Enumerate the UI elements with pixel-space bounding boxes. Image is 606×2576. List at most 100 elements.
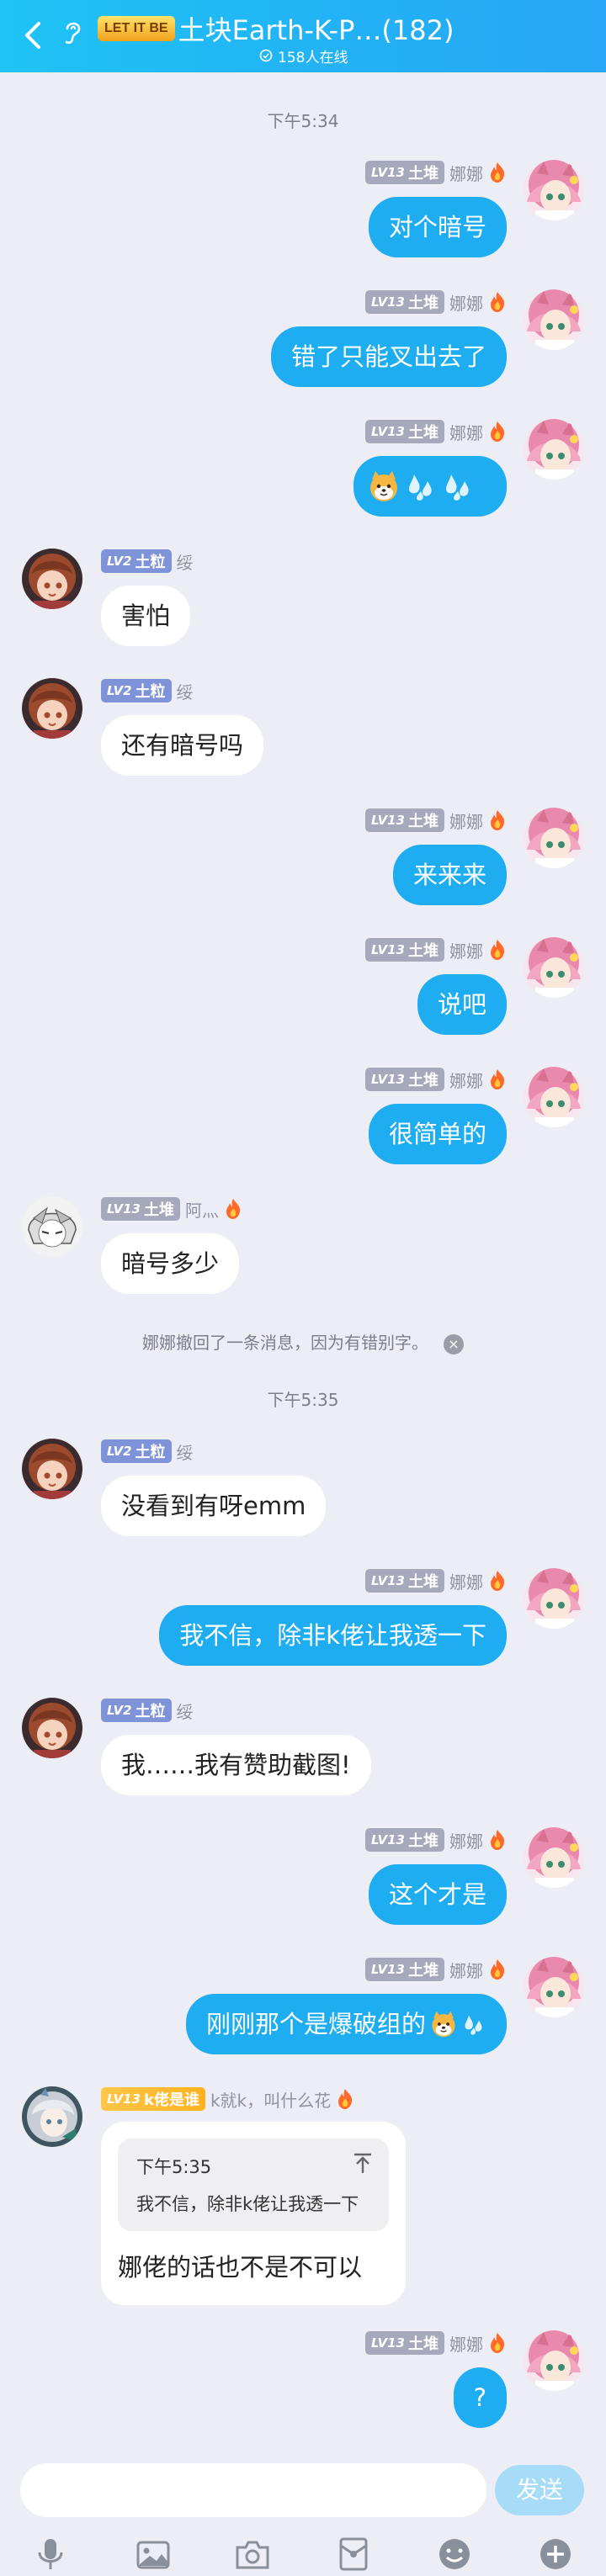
sweat-drops-icon xyxy=(441,469,475,503)
level-badge: LV13 土堆 xyxy=(365,1828,444,1852)
online-label: 158人在线 xyxy=(278,49,348,66)
recall-text: 娜娜撤回了一条消息，因为有错别字。 xyxy=(142,1333,428,1353)
recall-notice: 娜娜撤回了一条消息，因为有错别字。 × xyxy=(0,1329,606,1354)
shiba-emoji-icon xyxy=(429,2010,458,2038)
fire-icon xyxy=(224,1198,242,1220)
shiba-emoji-icon xyxy=(367,469,401,503)
camera-icon[interactable] xyxy=(234,2536,271,2573)
toolbar xyxy=(0,2536,606,2576)
sender-name: 阿灬 xyxy=(184,1200,219,1221)
level-badge: LV13 土堆 xyxy=(365,161,444,184)
level-badge: LV13 土堆 xyxy=(365,1569,444,1593)
avatar[interactable] xyxy=(524,419,584,480)
image-icon[interactable] xyxy=(135,2536,172,2573)
sender-name: 娜娜 xyxy=(449,163,483,184)
plus-icon[interactable] xyxy=(537,2536,574,2573)
sender-name: 娜娜 xyxy=(449,293,483,314)
time-divider: 下午5:35 xyxy=(267,1390,339,1410)
pin-icon[interactable] xyxy=(352,2152,374,2176)
fire-icon xyxy=(488,809,507,831)
avatar[interactable] xyxy=(524,1568,584,1629)
message-bubble[interactable]: 还有暗号吗 xyxy=(101,715,264,776)
ear-icon[interactable] xyxy=(61,17,84,47)
avatar[interactable] xyxy=(22,1196,82,1257)
message-bubble[interactable]: 对个暗号 xyxy=(368,197,507,257)
sender-meta: LV13 土堆 阿灬 xyxy=(101,1196,242,1222)
sender-name: 娜娜 xyxy=(449,422,483,443)
message-bubble[interactable]: 错了只能叉出去了 xyxy=(270,326,507,387)
back-arrow-icon[interactable] xyxy=(17,19,50,52)
message-bubble[interactable]: ? xyxy=(453,2367,507,2428)
group-badge: LET IT BE xyxy=(98,16,175,41)
fire-icon xyxy=(488,1829,507,1851)
microphone-icon[interactable] xyxy=(32,2536,69,2573)
sender-name: 绥 xyxy=(176,552,194,573)
fire-icon xyxy=(488,1570,507,1592)
sender-name: k就k，叫什么花 xyxy=(210,2090,332,2111)
fire-icon xyxy=(488,2332,507,2354)
fire-icon xyxy=(336,2088,354,2110)
online-count[interactable]: 158人在线 xyxy=(259,45,348,66)
level-badge: LV13 土堆 xyxy=(365,1068,444,1091)
level-badge: LV13 土堆 xyxy=(365,938,444,962)
avatar[interactable] xyxy=(524,160,584,220)
message-bubble[interactable]: 我……我有赞助截图! xyxy=(101,1735,371,1795)
level-badge: LV2 土粒 xyxy=(101,1699,172,1722)
emoji-icon[interactable] xyxy=(436,2536,473,2573)
message-bubble[interactable]: 很简单的 xyxy=(368,1104,507,1164)
message-bubble[interactable]: 害怕 xyxy=(101,586,191,646)
message-input[interactable] xyxy=(20,2463,486,2517)
message-bubble[interactable]: 我不信，除非k佬让我透一下 xyxy=(159,1605,507,1666)
title-row[interactable]: LET IT BE 土块Earth-K-P…(182) xyxy=(98,10,454,47)
fire-icon xyxy=(488,1068,507,1090)
level-badge: LV13 土堆 xyxy=(365,420,444,443)
sweat-drops-icon xyxy=(404,469,438,503)
sender-meta: LV13 土堆 娜娜 xyxy=(320,419,507,444)
avatar[interactable] xyxy=(22,2086,82,2147)
sender-name: 绥 xyxy=(176,681,194,702)
message-bubble[interactable]: 这个才是 xyxy=(368,1864,507,1925)
group-title: 土块Earth-K-P…(182) xyxy=(178,14,454,46)
sender-meta: LV13 土堆 娜娜 xyxy=(320,160,507,185)
sender-meta: LV2 土粒 绥 xyxy=(101,1439,194,1464)
sweat-drops-icon xyxy=(461,2012,486,2037)
sender-name: 娜娜 xyxy=(449,1960,483,1981)
message-bubble-emoji[interactable] xyxy=(354,456,507,517)
avatar[interactable] xyxy=(22,549,82,609)
fire-icon xyxy=(488,939,507,961)
sender-name: 娜娜 xyxy=(449,1070,483,1091)
avatar[interactable] xyxy=(524,1957,584,2017)
avatar[interactable] xyxy=(524,937,584,998)
fire-icon xyxy=(488,291,507,313)
avatar[interactable] xyxy=(524,1827,584,1888)
avatar[interactable] xyxy=(22,678,82,739)
quoted-message[interactable]: 下午5:35 我不信，除非k佬让我透一下 xyxy=(118,2139,389,2231)
level-badge: LV2 土粒 xyxy=(101,1439,172,1463)
fire-icon xyxy=(488,1959,507,1980)
chat-header: LET IT BE 土块Earth-K-P…(182) 158人在线 xyxy=(0,0,606,72)
message-bubble[interactable]: 说吧 xyxy=(417,974,507,1035)
level-badge: LV13 土堆 xyxy=(365,808,444,832)
avatar[interactable] xyxy=(22,1439,82,1499)
time-divider: 下午5:34 xyxy=(267,111,339,131)
level-badge: LV2 土粒 xyxy=(101,549,172,573)
level-badge: LV13 土堆 xyxy=(365,290,444,314)
close-icon[interactable]: × xyxy=(444,1333,464,1354)
avatar[interactable] xyxy=(524,2330,584,2391)
level-badge: LV13 土堆 xyxy=(365,1958,444,1981)
avatar[interactable] xyxy=(524,1067,584,1127)
send-button[interactable]: 发送 xyxy=(495,2465,584,2515)
avatar[interactable] xyxy=(22,1698,82,1758)
level-badge: LV13 土堆 xyxy=(365,2331,444,2355)
fire-icon xyxy=(488,162,507,183)
message-bubble[interactable]: 刚刚那个是爆破组的 xyxy=(185,1994,507,2054)
sender-name: 娜娜 xyxy=(449,811,483,832)
quote-text: 我不信，除非k佬让我透一下 xyxy=(136,2194,359,2214)
red-packet-icon[interactable] xyxy=(335,2536,372,2573)
reply-message-bubble[interactable]: 下午5:35 我不信，除非k佬让我透一下 娜佬的话也不是不可以 xyxy=(101,2122,406,2305)
message-bubble[interactable]: 没看到有呀emm xyxy=(101,1476,327,1536)
message-bubble[interactable]: 暗号多少 xyxy=(101,1233,240,1294)
avatar[interactable] xyxy=(524,289,584,350)
message-bubble[interactable]: 来来来 xyxy=(392,845,507,905)
avatar[interactable] xyxy=(524,808,584,868)
